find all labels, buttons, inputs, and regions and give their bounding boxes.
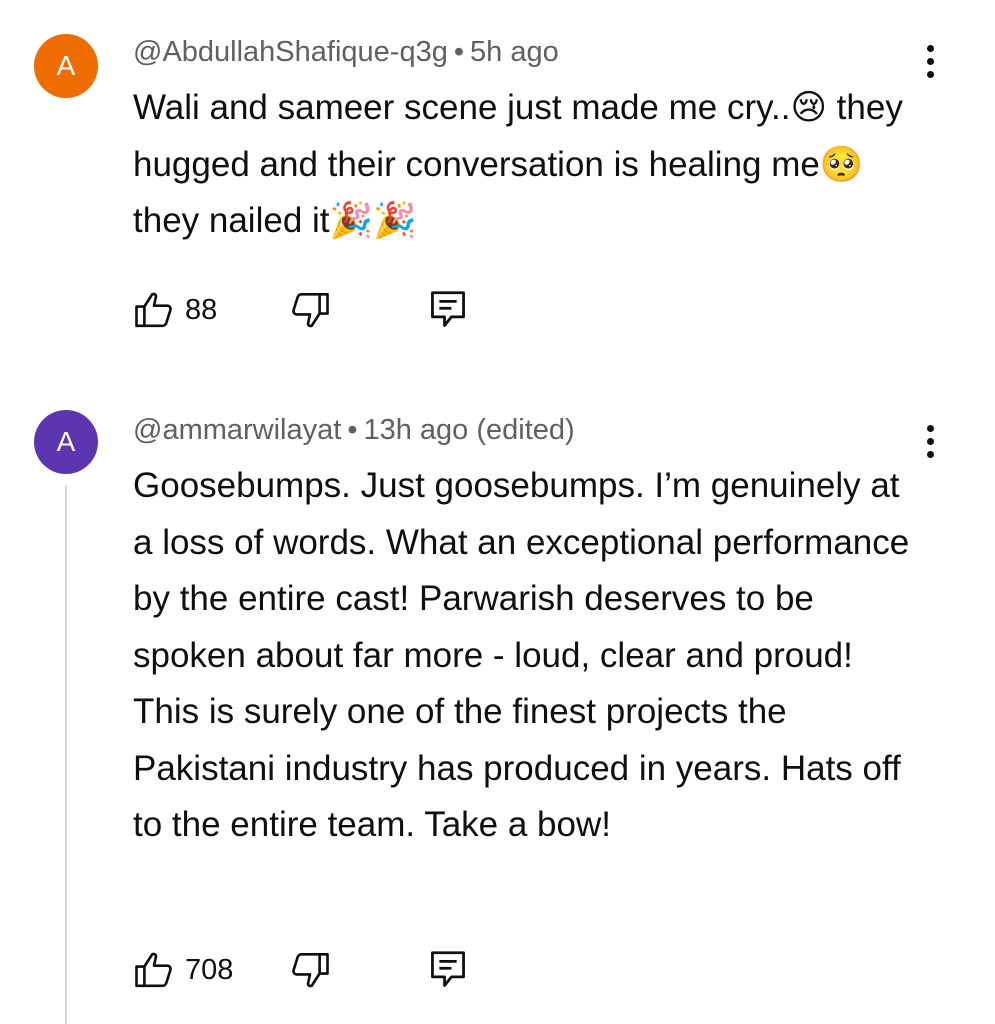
dislike-button[interactable] — [289, 288, 331, 332]
reply-button[interactable] — [429, 288, 467, 332]
author-handle[interactable]: @AbdullahShafique-q3g — [133, 36, 448, 68]
more-vert-icon[interactable] — [920, 425, 940, 465]
meta-separator: • — [453, 36, 464, 68]
meta-separator: • — [347, 414, 358, 446]
comment-meta: @AbdullahShafique-q3g • 5h ago — [133, 36, 559, 69]
comment-time: 13h ago (edited) — [363, 414, 575, 446]
avatar[interactable]: A — [34, 410, 98, 474]
thumbs-down-icon — [292, 952, 329, 988]
reply-comment-icon — [431, 951, 465, 987]
thumbs-up-icon — [135, 292, 172, 328]
comment-text: Goosebumps. Just goosebumps. I’m genuine… — [133, 466, 910, 844]
like-button[interactable]: 708 — [133, 948, 233, 992]
like-count: 88 — [185, 293, 218, 326]
reply-button[interactable] — [429, 948, 467, 992]
avatar[interactable]: A — [34, 34, 98, 98]
thread-line — [65, 485, 67, 1024]
author-handle[interactable]: @ammarwilayat — [133, 414, 341, 446]
thumbs-up-icon — [135, 952, 172, 988]
like-button[interactable]: 88 — [133, 288, 217, 332]
thumbs-down-icon — [292, 292, 329, 328]
comment-meta: @ammarwilayat • 13h ago (edited) — [133, 414, 575, 447]
comment-1: A @AbdullahShafique-q3g • 5h ago Wali and … — [0, 0, 995, 360]
like-count: 708 — [185, 953, 234, 986]
comment-text: Wali and sameer scene just made me cry..… — [133, 88, 903, 240]
comment-time: 5h ago — [470, 36, 559, 68]
more-vert-icon[interactable] — [920, 45, 940, 85]
dislike-button[interactable] — [289, 948, 331, 992]
reply-comment-icon — [431, 291, 465, 327]
comment-2: A @ammarwilayat • 13h ago (edited) Goosebu… — [0, 380, 995, 1024]
